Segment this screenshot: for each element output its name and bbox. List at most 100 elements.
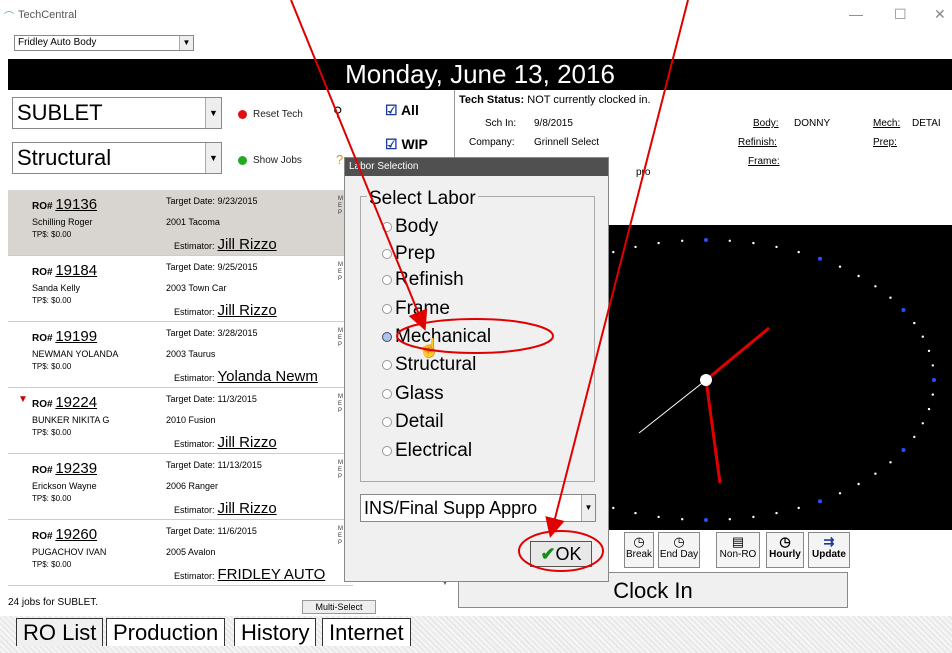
clock-tick	[612, 506, 615, 510]
radio-electrical[interactable]: Electrical	[382, 440, 472, 462]
flag-icon: ▼	[18, 394, 28, 405]
multi-select-button[interactable]: Multi-Select	[302, 600, 376, 614]
arrow-icon: ⇉	[823, 534, 835, 549]
radio-icon	[382, 446, 392, 456]
list-item[interactable]: RO# 19199 NEWMAN YOLANDA TP$: $0.00 Targ…	[8, 322, 353, 388]
target-date: Target Date: 11/3/2015	[166, 394, 257, 404]
end-day-button[interactable]: ◷ End Day	[658, 532, 700, 568]
chevron-down-icon[interactable]: ▼	[179, 36, 193, 50]
ro-number[interactable]: 19260	[55, 526, 97, 543]
radio-icon	[382, 304, 392, 314]
clock-tick	[704, 518, 708, 522]
clock-tick	[681, 518, 684, 521]
radio-refinish[interactable]: Refinish	[382, 269, 464, 291]
body-label: Body:	[753, 118, 779, 129]
type-select-value: Structural	[17, 145, 112, 170]
radio-glass[interactable]: Glass	[382, 383, 444, 405]
radio-body[interactable]: Body	[382, 216, 438, 238]
clock-tick	[931, 393, 934, 396]
ro-label: RO#	[32, 267, 53, 278]
estimator-name: Jill Rizzo	[217, 500, 277, 517]
customer-name: Schilling Roger	[32, 217, 93, 227]
list-item[interactable]: RO# 19260 PUGACHOV IVAN TP$: $0.00 Targe…	[8, 520, 353, 586]
list-item[interactable]: ▼ RO# 19224 BUNKER NIKITA G TP$: $0.00 T…	[8, 388, 353, 454]
tab-internet[interactable]: Internet	[322, 618, 411, 646]
customer-name: BUNKER NIKITA G	[32, 415, 110, 425]
clock-tick	[775, 245, 778, 249]
hourly-button[interactable]: ◷ Hourly	[766, 532, 804, 568]
company-label: Company:	[469, 137, 515, 148]
all-checkbox[interactable]: ☑ All	[385, 102, 419, 119]
chevron-down-icon[interactable]: ▼	[205, 143, 221, 173]
sch-in-value: 9/8/2015	[534, 118, 573, 129]
minimize-button[interactable]: —	[849, 6, 863, 22]
mech-label: Mech:	[873, 118, 901, 129]
ro-number[interactable]: 19239	[55, 460, 97, 477]
vehicle: 2001 Tacoma	[166, 217, 220, 227]
clock-icon: ◷	[779, 534, 791, 549]
non-ro-label: Non-RO	[719, 549, 757, 560]
ro-label: RO#	[32, 333, 53, 344]
shop-select[interactable]: Fridley Auto Body ▼	[14, 35, 194, 51]
clock-tick	[874, 285, 877, 288]
chevron-down-icon[interactable]: ▼	[205, 98, 221, 128]
ro-number[interactable]: 19199	[55, 328, 97, 345]
radio-icon	[382, 275, 392, 285]
list-item[interactable]: RO# 19136 Schilling Roger TP$: $0.00 Tar…	[8, 190, 353, 256]
update-button[interactable]: ⇉ Update	[808, 532, 850, 568]
tab-history[interactable]: History	[234, 618, 317, 646]
clock-tick	[913, 321, 916, 325]
radio-mechanical[interactable]: Mechanical	[382, 326, 491, 348]
clock-tick	[901, 308, 906, 312]
clock-tick	[728, 518, 731, 521]
tab-production[interactable]: Production	[106, 618, 226, 646]
customer-name: NEWMAN YOLANDA	[32, 349, 119, 359]
close-button[interactable]: ✕	[934, 6, 946, 23]
help-icon[interactable]: ?	[336, 152, 343, 167]
maximize-button[interactable]: ☐	[894, 6, 907, 23]
ro-number[interactable]: 19224	[55, 394, 97, 411]
list-item[interactable]: RO# 19239 Erickson Wayne TP$: $0.00 Targ…	[8, 454, 353, 520]
estimator-name: FRIDLEY AUTO	[217, 566, 326, 583]
ro-number[interactable]: 19184	[55, 262, 97, 279]
clock-tick	[838, 492, 842, 495]
ok-button[interactable]: ✔OK	[530, 541, 592, 567]
target-date: Target Date: 11/13/2015	[166, 460, 262, 470]
app-icon: ⌒	[4, 12, 14, 23]
non-ro-button[interactable]: ▤ Non-RO	[716, 532, 760, 568]
dialog-title: Labor Selection	[345, 158, 608, 176]
clock-tick	[931, 364, 934, 367]
category-select-value: SUBLET	[17, 100, 103, 125]
clock-tick	[752, 241, 755, 245]
show-jobs-button[interactable]: Show Jobs	[238, 155, 302, 166]
search-icon[interactable]: ⚲	[333, 104, 343, 120]
category-select[interactable]: SUBLET ▼	[12, 97, 222, 129]
date-header: Monday, June 13, 2016	[8, 59, 952, 90]
radio-icon	[382, 222, 392, 232]
vehicle: 2005 Avalon	[166, 547, 216, 557]
chevron-down-icon[interactable]: ▼	[581, 495, 595, 521]
clock-tick	[889, 296, 892, 299]
ro-number[interactable]: 19136	[55, 196, 97, 213]
reset-tech-button[interactable]: Reset Tech	[238, 109, 303, 120]
wip-checkbox[interactable]: ☑ WIP	[385, 136, 428, 153]
clock-hub	[700, 374, 712, 386]
ok-label: OK	[555, 544, 582, 564]
shop-select-value: Fridley Auto Body	[18, 37, 97, 48]
type-select[interactable]: Structural ▼	[12, 142, 222, 174]
radio-prep[interactable]: Prep	[382, 243, 435, 265]
second-hand	[638, 379, 707, 434]
clock-tick	[728, 239, 731, 242]
radio-frame[interactable]: Frame	[382, 298, 450, 320]
break-button[interactable]: ◷ Break	[624, 532, 654, 568]
clock-tick	[634, 511, 637, 515]
supplement-select[interactable]: INS/Final Supp Appro ▼	[360, 494, 596, 522]
list-item[interactable]: RO# 19184 Sanda Kelly TP$: $0.00 Target …	[8, 256, 353, 322]
vehicle: 2003 Town Car	[166, 283, 227, 293]
clock-icon: ◷	[673, 534, 685, 549]
clock-tick	[927, 407, 931, 411]
radio-detail[interactable]: Detail	[382, 411, 444, 433]
green-dot-icon	[238, 155, 247, 165]
tab-ro-list[interactable]: RO List	[16, 618, 104, 646]
vehicle: 2003 Taurus	[166, 349, 216, 359]
